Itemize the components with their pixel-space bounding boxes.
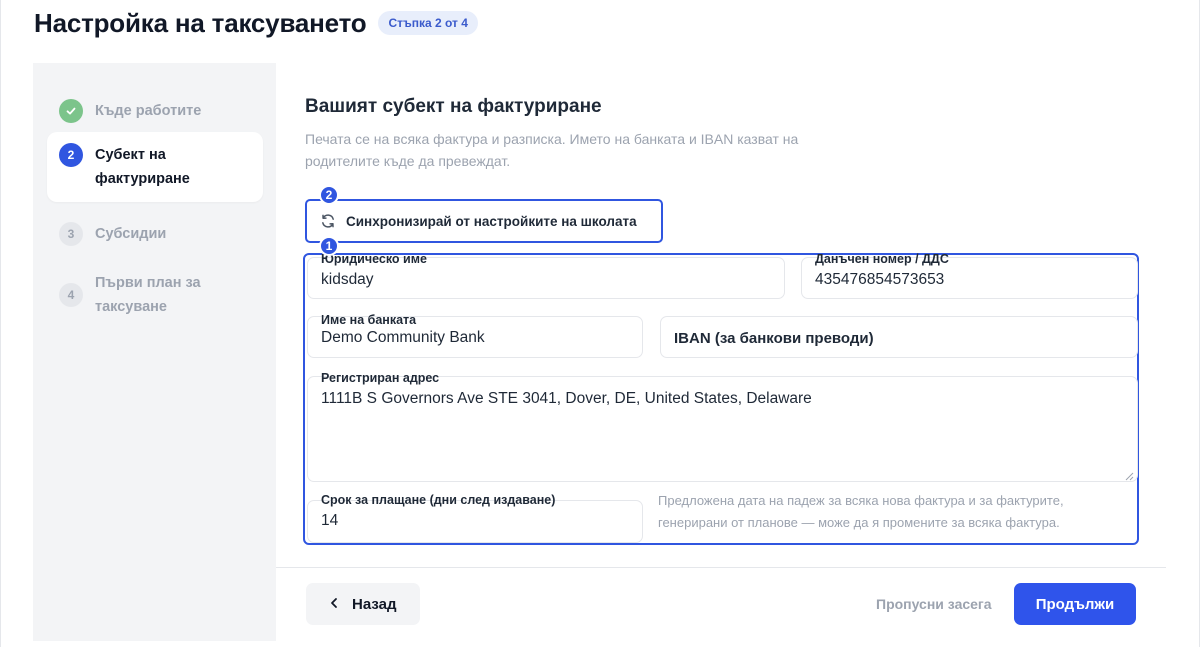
payment-terms-field[interactable]: Срок за плащане (дни след издаване) 14 xyxy=(307,493,643,543)
wizard-steps-sidebar: Къде работите 2 Субект на фактуриране 3 … xyxy=(33,63,276,641)
section-description: Печата се на всяка фактура и разписка. И… xyxy=(305,131,799,169)
back-button[interactable]: Назад xyxy=(306,583,420,625)
chevron-left-icon xyxy=(330,596,338,613)
legal-name-value: kidsday xyxy=(321,271,374,288)
step-number-badge: 3 xyxy=(59,222,83,246)
skip-for-now-button[interactable]: Пропусни засега xyxy=(862,584,1006,624)
sidebar-step-label: Субект на фактуриране xyxy=(95,147,190,187)
sidebar-step-label: Къде работите xyxy=(95,103,202,119)
sidebar-step-where-you-work[interactable]: Къде работите xyxy=(47,88,263,134)
step-number-badge: 4 xyxy=(59,283,83,307)
payment-terms-value: 14 xyxy=(321,512,339,529)
billing-entity-panel: Вашият субект на фактуриране Печата се н… xyxy=(276,63,1200,647)
sidebar-step-subsidies[interactable]: 3 Субсидии xyxy=(47,211,263,257)
tax-number-label: Данъчен номер / ДДС xyxy=(815,252,949,266)
check-icon xyxy=(59,99,83,123)
registered-address-textarea[interactable]: Регистриран адрес 1111B S Governors Ave … xyxy=(307,371,1138,482)
registered-address-label: Регистриран адрес xyxy=(321,371,440,385)
section-title: Вашият субект на фактуриране xyxy=(305,96,602,117)
iban-field[interactable]: IBAN (за банкови преводи) xyxy=(660,316,1138,358)
sidebar-step-billing-entity[interactable]: 2 Субект на фактуриране xyxy=(47,132,263,202)
sidebar-step-label: Субсидии xyxy=(95,226,167,242)
sync-button-label: Синхронизирай от настройките на школата xyxy=(346,213,637,229)
page-title: Настройка на таксуването xyxy=(34,7,367,38)
payment-terms-hint: Предложена дата на падеж за всяка нова ф… xyxy=(658,493,1064,530)
page-left-border xyxy=(0,0,1,647)
sidebar-step-first-plan[interactable]: 4 Първи план за таксуване xyxy=(47,260,263,330)
step-progress-badge: Стъпка 2 от 4 xyxy=(378,11,478,35)
sync-from-school-settings-button[interactable]: Синхронизирай от настройките на школата xyxy=(305,199,663,243)
legal-name-label: Юридическо име xyxy=(321,252,427,266)
annotation-marker-1: 1 xyxy=(319,236,339,256)
bank-name-value: Demo Community Bank xyxy=(321,329,485,346)
bank-name-label: Име на банката xyxy=(321,313,417,327)
iban-placeholder: IBAN (за банкови преводи) xyxy=(674,330,874,347)
tax-number-value: 435476854573653 xyxy=(815,271,945,288)
wizard-card: Къде работите 2 Субект на фактуриране 3 … xyxy=(33,63,1200,647)
tax-number-field[interactable]: Данъчен номер / ДДС 435476854573653 xyxy=(801,252,1138,299)
bank-name-field[interactable]: Име на банката Demo Community Bank xyxy=(307,313,643,358)
legal-name-field[interactable]: Юридическо име kidsday xyxy=(307,252,785,299)
sidebar-step-label: Първи план за таксуване xyxy=(95,275,201,315)
footer-divider xyxy=(276,567,1166,568)
registered-address-value: 1111B S Governors Ave STE 3041, Dover, D… xyxy=(321,390,812,407)
continue-button[interactable]: Продължи xyxy=(1014,583,1136,625)
back-button-label: Назад xyxy=(352,595,397,613)
resize-grip-icon[interactable] xyxy=(1124,468,1134,481)
annotation-marker-2: 2 xyxy=(319,185,339,205)
sync-icon xyxy=(320,213,336,229)
payment-terms-label: Срок за плащане (дни след издаване) xyxy=(321,493,556,507)
step-number-badge: 2 xyxy=(59,143,83,167)
page-header: Настройка на таксуването Стъпка 2 от 4 xyxy=(34,6,478,40)
